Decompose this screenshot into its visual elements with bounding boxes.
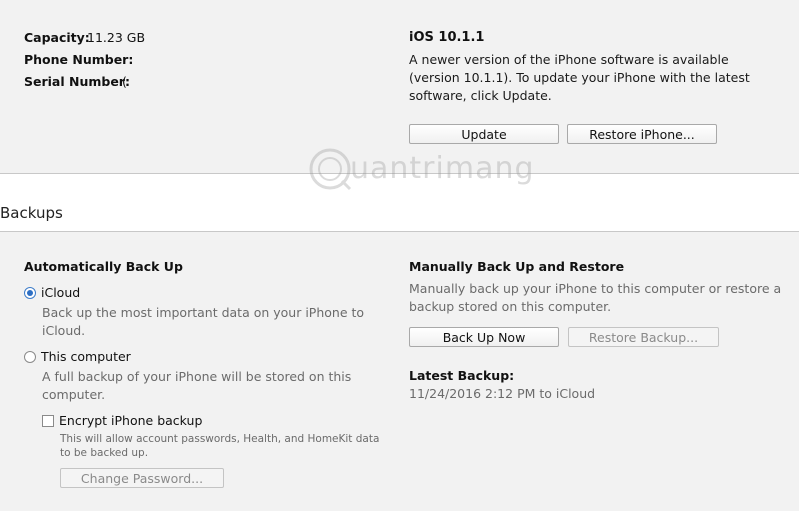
ios-version: iOS 10.1.1 xyxy=(409,30,485,45)
latest-backup-value: 11/24/2016 2:12 PM to iCloud xyxy=(409,386,596,401)
icloud-description: Back up the most important data on your … xyxy=(42,305,365,338)
serial-number-label: Serial Number: xyxy=(24,74,130,89)
auto-backup-heading: Automatically Back Up xyxy=(24,259,183,274)
update-message: A newer version of the iPhone software i… xyxy=(409,52,750,103)
serial-number-value: ( xyxy=(122,74,127,89)
this-computer-radio[interactable] xyxy=(24,351,36,363)
change-password-button[interactable]: Change Password... xyxy=(60,468,224,488)
restore-iphone-button[interactable]: Restore iPhone... xyxy=(567,124,717,144)
watermark-text: uantrimang xyxy=(350,151,535,186)
icloud-radio[interactable] xyxy=(24,287,36,299)
encrypt-backup-label[interactable]: Encrypt iPhone backup xyxy=(59,413,202,428)
bottom-divider xyxy=(0,231,799,232)
restore-backup-button[interactable]: Restore Backup... xyxy=(568,327,719,347)
this-computer-label[interactable]: This computer xyxy=(41,349,131,364)
watermark-logo: uantrimang xyxy=(306,145,536,195)
update-button[interactable]: Update xyxy=(409,124,559,144)
this-computer-description: A full backup of your iPhone will be sto… xyxy=(42,369,352,402)
encrypt-backup-description: This will allow account passwords, Healt… xyxy=(60,433,380,459)
manual-backup-heading: Manually Back Up and Restore xyxy=(409,259,625,274)
back-up-now-button[interactable]: Back Up Now xyxy=(409,327,559,347)
phone-number-label: Phone Number: xyxy=(24,52,134,67)
icloud-label[interactable]: iCloud xyxy=(41,285,80,300)
capacity-value: 11.23 GB xyxy=(87,30,146,45)
manual-backup-description: Manually back up your iPhone to this com… xyxy=(409,281,782,314)
capacity-label: Capacity: xyxy=(24,30,90,45)
latest-backup-heading: Latest Backup: xyxy=(409,368,515,383)
backups-title: Backups xyxy=(0,204,63,222)
encrypt-backup-checkbox[interactable] xyxy=(42,415,54,427)
